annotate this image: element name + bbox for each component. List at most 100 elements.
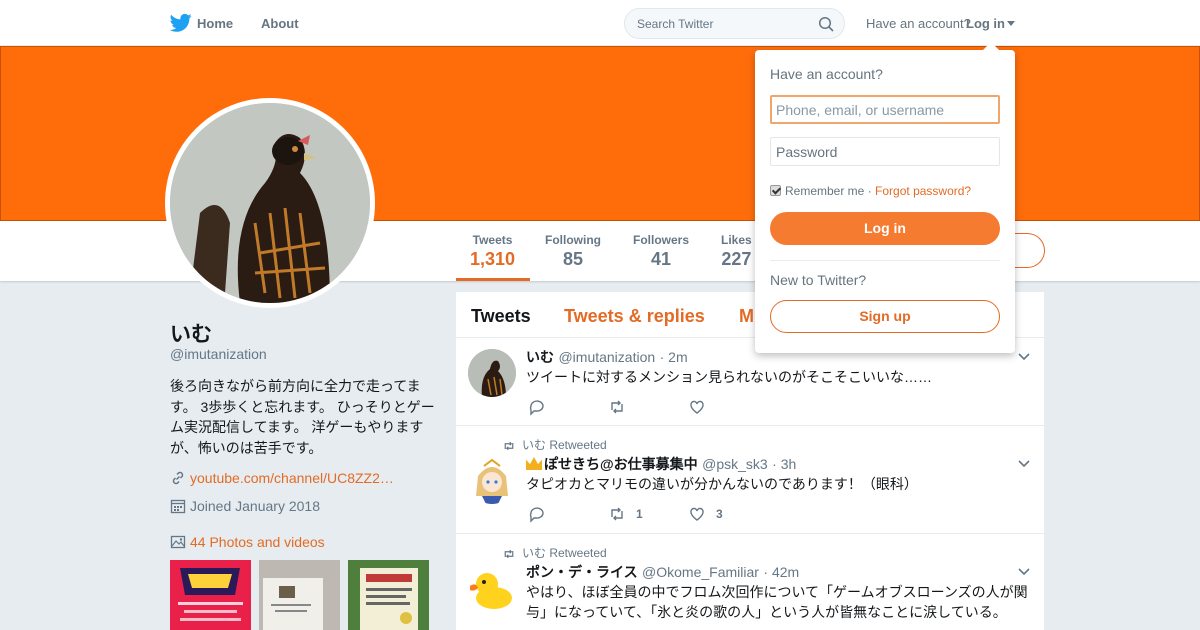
login-dropdown-toggle[interactable]: Log in [966, 16, 1015, 31]
remember-row: Remember me · Forgot password? [770, 184, 971, 198]
retweet-context: いむ Retweeted [502, 436, 607, 453]
photos-videos-row[interactable]: 44 Photos and videos [170, 534, 325, 550]
login-button[interactable]: Log in [770, 212, 1000, 245]
tweet-text: ツイートに対するメンション見られないのがそこそこいいな…… [526, 369, 932, 385]
nav-home-link[interactable]: Home [197, 16, 233, 31]
retweet-count: 1 [636, 507, 643, 521]
retweet-button[interactable] [608, 398, 626, 419]
stat-value: 1,310 [470, 249, 516, 269]
tweet-time[interactable]: · 42m [763, 564, 799, 580]
retweet-icon [504, 549, 514, 559]
search-placeholder: Search Twitter [637, 17, 714, 31]
stat-likes[interactable]: Likes 227 [721, 233, 752, 270]
remember-me-checkbox[interactable] [770, 185, 781, 196]
calendar-icon [170, 499, 186, 514]
top-navigation-bar: Home About Search Twitter Have an accoun… [0, 0, 1200, 46]
profile-url-row: youtube.com/channel/UC8ZZ2… [170, 470, 394, 486]
thumbnail-image [348, 560, 429, 630]
like-button[interactable] [688, 398, 706, 419]
separator-dot: · [867, 184, 872, 198]
dropdown-title: Have an account? [770, 66, 883, 82]
username-field[interactable]: Phone, email, or username [770, 95, 1000, 124]
profile-name: いむ [170, 323, 212, 346]
stat-value: 227 [721, 249, 752, 269]
stat-label: Likes [721, 233, 752, 247]
forgot-password-link[interactable]: Forgot password? [875, 184, 971, 198]
stat-followers[interactable]: Followers 41 [633, 233, 689, 270]
active-stat-underline [456, 278, 530, 281]
tweet-time[interactable]: · 2m [660, 349, 688, 365]
search-input[interactable]: Search Twitter [624, 8, 845, 39]
tweet-text: やはり、ほぼ全員の中でフロム次回作について「ゲームオブスローンズの人が関与」にな… [526, 584, 1028, 620]
retweet-context-text: いむ Retweeted [522, 438, 607, 452]
profile-url-link[interactable]: youtube.com/channel/UC8ZZ2… [190, 470, 394, 486]
tweet-author-name[interactable]: いむ [526, 349, 554, 365]
heart-icon [690, 400, 704, 414]
nav-about-link[interactable]: About [261, 16, 299, 31]
tweet-author-handle[interactable]: @psk_sk3 [702, 456, 768, 472]
retweet-context: いむ Retweeted [502, 544, 607, 561]
tweet-header: ポン・デ・ライス @Okome_Familiar · 42m [526, 562, 799, 582]
reply-icon [529, 507, 544, 523]
tweet-author-handle[interactable]: @imutanization [558, 349, 655, 365]
reply-button[interactable] [528, 398, 546, 419]
stat-tweets[interactable]: Tweets 1,310 [470, 233, 515, 270]
signup-button[interactable]: Sign up [770, 300, 1000, 333]
remember-me-label[interactable]: Remember me [785, 184, 864, 198]
retweet-icon [504, 441, 514, 451]
tweet-time[interactable]: · 3h [772, 456, 796, 472]
stat-label: Tweets [472, 233, 513, 247]
tweet-header: ぽせきち@お仕事募集中 @psk_sk3 · 3h [526, 454, 796, 474]
chevron-down-icon[interactable] [1018, 353, 1030, 361]
tab-media[interactable]: M [739, 306, 754, 327]
photo-thumbnail[interactable] [348, 560, 429, 630]
login-dropdown: Have an account? Phone, email, or userna… [755, 42, 1015, 353]
password-field[interactable]: Password [770, 137, 1000, 166]
thumbnail-image [170, 560, 251, 630]
stat-value: 85 [562, 249, 584, 269]
retweet-button[interactable]: 1 [608, 505, 643, 526]
stat-label: Followers [633, 233, 690, 247]
tweet-item[interactable]: いむ Retweeted ぽせきち@お仕事募集中 @psk_sk3 · 3h タ… [456, 426, 1044, 534]
stat-following[interactable]: Following 85 [545, 233, 601, 270]
tweet-avatar[interactable] [468, 349, 516, 397]
tweet-text: タピオカとマリモの違いが分かんないのであります！（眼科） [526, 476, 918, 492]
photos-videos-link[interactable]: 44 Photos and videos [190, 534, 325, 550]
tweet-author-name[interactable]: ポン・デ・ライス [526, 564, 638, 580]
profile-joined-row: Joined January 2018 [170, 498, 320, 514]
avatar-image [468, 456, 516, 504]
tab-tweets-replies[interactable]: Tweets & replies [564, 306, 705, 327]
photo-thumbnail[interactable] [170, 560, 251, 630]
photo-thumbnail[interactable] [259, 560, 340, 630]
retweet-icon [611, 507, 623, 521]
tweet-item[interactable]: いむ Retweeted ポン・デ・ライス @Okome_Familiar · … [456, 534, 1044, 630]
reply-icon [529, 400, 544, 416]
profile-bio: 後ろ向きながら前方向に全力で走ってます。 3歩歩くと忘れます。 ひっそりとゲーム… [170, 378, 435, 456]
profile-avatar[interactable] [165, 98, 375, 308]
dropdown-divider [770, 260, 1000, 261]
tweet-header: いむ @imutanization · 2m [526, 347, 688, 367]
tab-tweets[interactable]: Tweets [471, 306, 531, 327]
caret-down-icon [1007, 21, 1015, 26]
reply-button[interactable] [528, 505, 546, 526]
avatar-image [468, 564, 516, 612]
new-to-twitter-text: New to Twitter? [770, 272, 867, 288]
thumbnail-image [259, 560, 340, 630]
retweet-context-text: いむ Retweeted [522, 546, 607, 560]
chicken-photo [170, 103, 370, 303]
tweet-author-name[interactable]: ぽせきち@お仕事募集中 [526, 456, 698, 472]
crown-emoji-icon [526, 457, 542, 470]
chevron-down-icon[interactable] [1018, 568, 1030, 576]
twitter-bird-icon[interactable] [170, 13, 192, 33]
tweet-avatar[interactable] [468, 564, 516, 612]
tweet-avatar[interactable] [468, 456, 516, 504]
stat-value: 41 [650, 249, 672, 269]
chevron-down-icon[interactable] [1018, 460, 1030, 468]
tweet-author-handle[interactable]: @Okome_Familiar [642, 564, 759, 580]
photo-icon [170, 535, 186, 549]
stat-label: Following [545, 233, 601, 247]
like-button[interactable]: 3 [688, 505, 723, 526]
search-icon[interactable] [818, 16, 834, 32]
retweet-icon [611, 400, 623, 414]
like-count: 3 [716, 507, 723, 521]
